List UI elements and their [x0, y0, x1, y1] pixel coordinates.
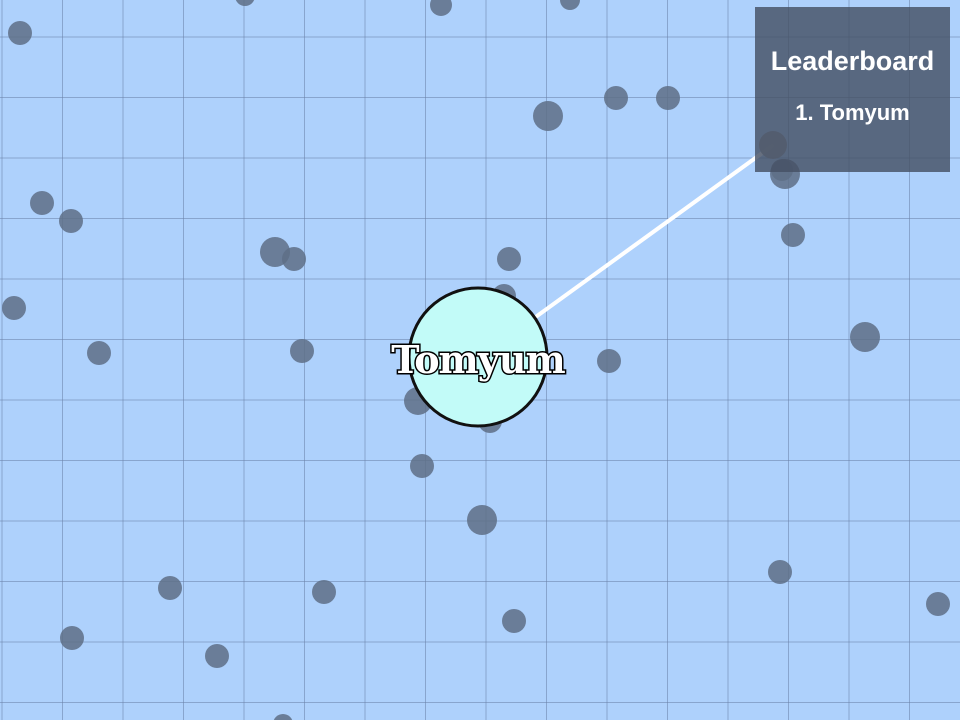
food-pellet: [158, 576, 182, 600]
food-pellet: [8, 21, 32, 45]
leaderboard-list: 1. Tomyum: [755, 99, 950, 127]
food-pellet: [781, 223, 805, 247]
food-pellet: [850, 322, 880, 352]
food-pellet: [60, 626, 84, 650]
food-pellet: [533, 101, 563, 131]
food-pellet: [312, 580, 336, 604]
food-pellet: [768, 560, 792, 584]
food-pellet: [87, 341, 111, 365]
food-pellet: [410, 454, 434, 478]
leaderboard-panel: Leaderboard 1. Tomyum: [755, 7, 950, 172]
food-pellet: [30, 191, 54, 215]
food-pellet: [2, 296, 26, 320]
food-pellet: [502, 609, 526, 633]
food-pellet: [205, 644, 229, 668]
leaderboard-title: Leaderboard: [770, 46, 935, 76]
food-pellet: [290, 339, 314, 363]
food-pellet: [59, 209, 83, 233]
food-pellet: [282, 247, 306, 271]
food-pellet: [597, 349, 621, 373]
player-name-label: Tomyum: [391, 337, 565, 382]
food-pellet: [497, 247, 521, 271]
food-pellet: [604, 86, 628, 110]
food-pellet: [656, 86, 680, 110]
leaderboard-entry: 1. Tomyum: [795, 100, 910, 125]
food-pellet: [926, 592, 950, 616]
food-pellet: [467, 505, 497, 535]
